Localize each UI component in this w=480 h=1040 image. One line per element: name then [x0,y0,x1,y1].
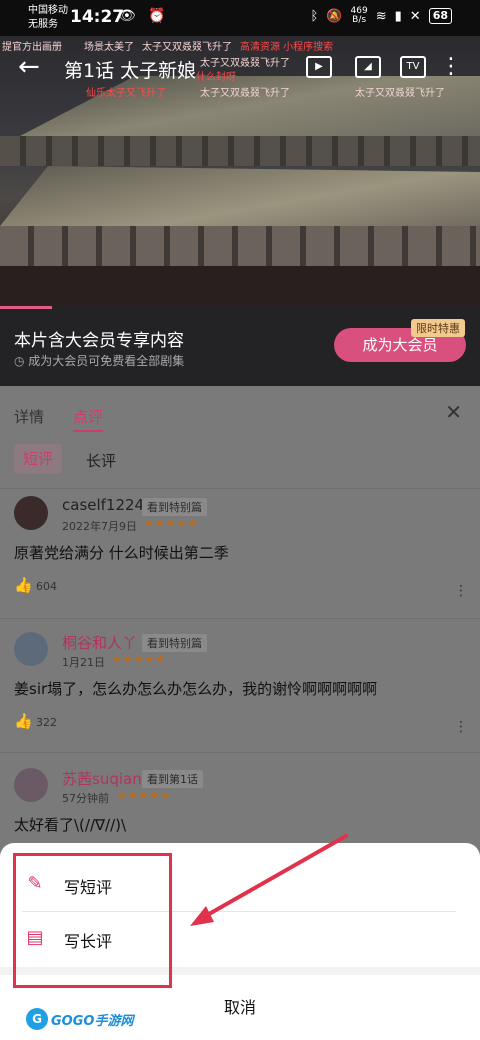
watch-progress-tag: 看到特别篇 [142,498,207,516]
palace-wall-image [0,136,480,166]
tab-short-review[interactable]: 短评 [14,444,62,474]
tab-comment[interactable]: 点评 [73,406,103,427]
more-vertical-icon[interactable]: ⋮ [440,54,462,80]
clock: 14:27 [70,7,125,27]
signal-icon: ▮ [394,8,402,24]
system-icons: ᛒ 🔕 469 B/s ≋ ▮ ✕ 68 [311,7,452,25]
episode-title: 第1话 太子新娘 [64,60,197,82]
vip-title: 本片含大会员专享内容 [14,331,184,351]
rating-stars: ★★★★★ [112,653,167,666]
palace-base-image [0,266,480,306]
tv-icon[interactable]: TV [400,56,426,78]
wifi-icon: ≋ [375,8,387,24]
carrier-status: 无服务 [28,19,58,30]
cast-icon[interactable]: ◢ [355,56,381,78]
mute-icon: 🔕 [326,8,343,24]
more-vertical-icon[interactable]: ⋮ [454,720,468,734]
vip-banner: 本片含大会员专享内容 ◷ 成为大会员可免费看全部剧集 成为大会员 限时特惠 [0,306,480,386]
watermark-logo: G GOGO手游网 [26,1007,133,1031]
network-speed: 469 B/s [351,7,368,25]
video-player[interactable]: 提官方出画册 场景太美了 太子又双叒叕飞升了 高清资源 小程序搜索 太子又双叒叕… [0,36,480,306]
palace-wall-image [0,226,480,266]
divider [0,488,480,489]
video-progress-bar[interactable] [0,306,52,309]
tab-detail[interactable]: 详情 [14,406,44,427]
comment-username[interactable]: 苏茜suqian [62,768,142,789]
vip-subtitle-text: 成为大会员可免费看全部剧集 [28,354,185,368]
status-bar: 中国移动 无服务 14:27 👁 ⏰ ᛒ 🔕 469 B/s ≋ ▮ ✕ 68 [0,0,480,36]
thumbs-up-icon[interactable]: 👍 [14,712,33,730]
carrier-name: 中国移动 [28,5,68,16]
comment-text: 姜sir塌了，怎么办怎么办怎么办，我的谢怜啊啊啊啊啊 [14,680,378,698]
gogo-logo-icon: G [26,1008,48,1030]
like-count: 322 [36,716,57,729]
limited-offer-badge: 限时特惠 [411,319,465,337]
highlight-annotation-box [13,853,172,988]
tab-indicator [73,430,103,432]
vip-subtitle: ◷ 成为大会员可免费看全部剧集 [14,352,184,369]
more-vertical-icon[interactable]: ⋮ [454,584,468,598]
avatar[interactable] [14,496,48,530]
avatar[interactable] [14,632,48,666]
divider [0,618,480,619]
speed-unit: B/s [352,15,367,25]
watch-progress-tag: 看到第1话 [142,770,203,788]
back-arrow-icon[interactable]: ← [18,54,40,80]
battery-icon: 68 [428,8,452,24]
comment-text: 原著党给满分 什么时候出第二季 [14,544,229,562]
thumbs-up-icon[interactable]: 👍 [14,576,33,594]
watch-progress-tag: 看到特别篇 [142,634,207,652]
comment-date: 57分钟前 [62,792,109,805]
divider [0,752,480,753]
comment-text: 太好看了\(//∇//)\ [14,816,127,834]
rating-stars: ★★★★★ [144,517,199,530]
signal-off-icon: ✕ [409,8,421,24]
carrier-info: 中国移动 无服务 [28,4,68,32]
comment-date: 1月21日 [62,656,105,669]
bluetooth-icon: ᛒ [310,8,319,24]
tab-long-review[interactable]: 长评 [86,450,116,471]
avatar[interactable] [14,768,48,802]
clock-icon: ◷ [14,354,29,368]
comment-username[interactable]: caself1224 [62,496,144,514]
palace-roof-image [0,166,480,226]
video-topbar: ← 第1话 太子新娘 ▶ ◢ TV ⋮ [0,36,480,96]
close-icon[interactable]: ✕ [445,400,462,424]
watermark-text: GOGO手游网 [51,1013,134,1029]
rating-stars: ★★★★★ [117,789,172,802]
episode-list-icon[interactable]: ▶ [306,56,332,78]
comment-username[interactable]: 桐谷和人丫 [62,632,137,653]
like-count: 604 [36,580,57,593]
comment-date: 2022年7月9日 [62,520,137,533]
eye-alarm-icons: 👁 ⏰ [118,8,170,24]
